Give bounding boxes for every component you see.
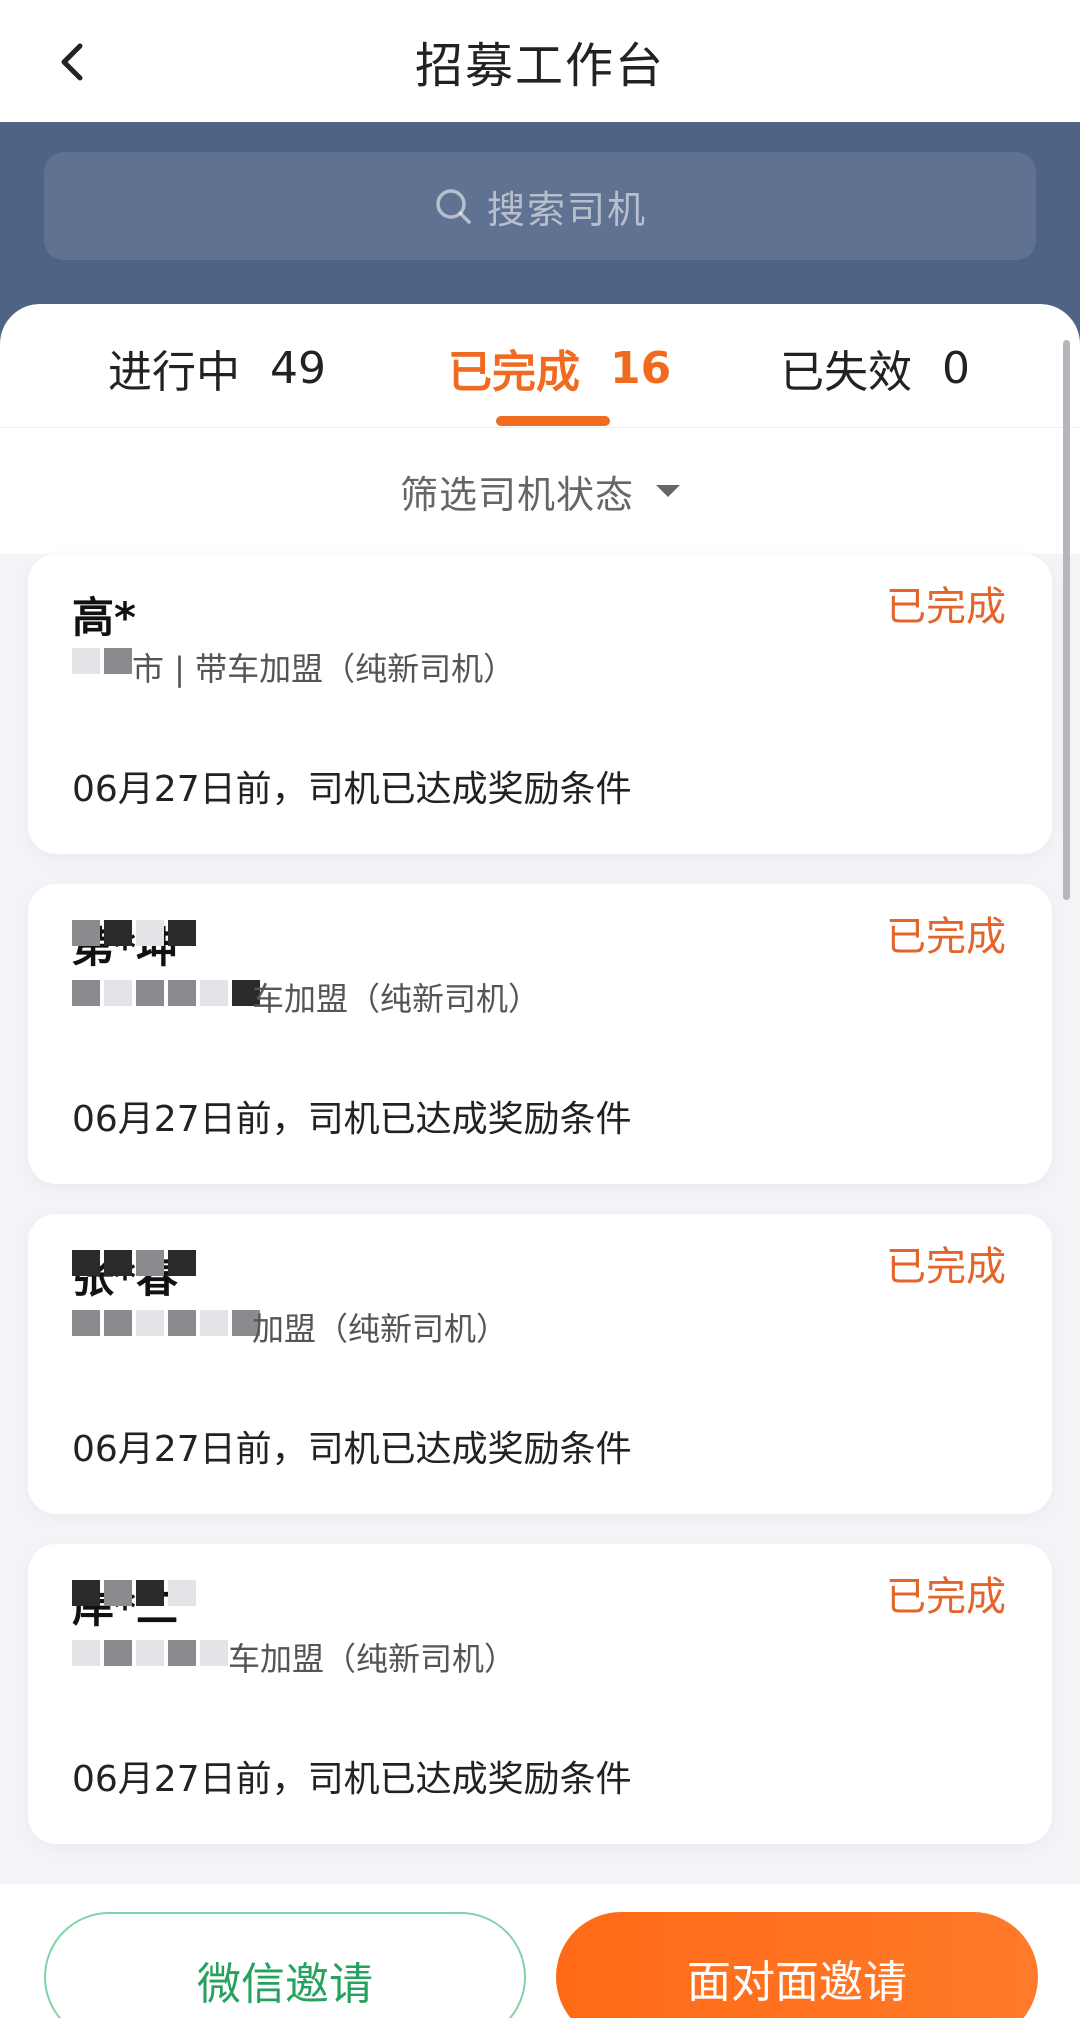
search-icon: [436, 189, 471, 224]
redacted-mosaic: [72, 1580, 196, 1606]
driver-card[interactable]: 张*春 已完成 加盟（纯新司机） 06月27日前，司机已达成奖励条件: [28, 1214, 1052, 1514]
back-button[interactable]: [44, 32, 104, 92]
redacted-mosaic: [72, 1250, 196, 1276]
reward-note: 06月27日前，司机已达成奖励条件: [72, 1759, 632, 1800]
tab-count: 16: [610, 342, 672, 394]
reward-note: 06月27日前，司机已达成奖励条件: [72, 769, 632, 810]
tab-label: 已失效: [780, 347, 912, 398]
filter-label: 筛选司机状态: [399, 472, 634, 517]
driver-name: 高*: [72, 593, 136, 642]
face-to-face-invite-button[interactable]: 面对面邀请: [556, 1912, 1038, 2018]
tab-count: 0: [942, 342, 970, 394]
redacted-mosaic: [72, 648, 132, 674]
status-badge: 已完成: [886, 1574, 1006, 1620]
scrollbar[interactable]: [1063, 340, 1070, 900]
status-badge: 已完成: [886, 584, 1006, 630]
wechat-invite-button[interactable]: 微信邀请: [44, 1912, 526, 2018]
driver-status-filter[interactable]: 筛选司机状态: [0, 428, 1080, 554]
search-input[interactable]: 搜索司机: [44, 152, 1036, 260]
redacted-mosaic: [72, 1640, 228, 1666]
page-title: 招募工作台: [414, 38, 665, 94]
status-tabs: 进行中 49 已完成 16 已失效 0: [0, 304, 1080, 428]
driver-subtitle: 加盟（纯新司机）: [252, 1310, 509, 1348]
driver-subtitle: 车加盟（纯新司机）: [252, 980, 541, 1018]
driver-subtitle: 市 | 带车加盟（纯新司机）: [132, 650, 516, 688]
driver-card[interactable]: 高* 已完成 市 | 带车加盟（纯新司机） 06月27日前，司机已达成奖励条件: [28, 554, 1052, 854]
reward-note: 06月27日前，司机已达成奖励条件: [72, 1099, 632, 1140]
tab-count: 49: [270, 342, 326, 394]
tab-expired[interactable]: 已失效 0: [780, 340, 970, 399]
reward-note: 06月27日前，司机已达成奖励条件: [72, 1429, 632, 1470]
tab-in-progress[interactable]: 进行中 49: [108, 340, 326, 399]
tab-completed[interactable]: 已完成 16: [448, 340, 672, 399]
search-placeholder: 搜索司机: [486, 187, 647, 232]
driver-card[interactable]: 岸*二 已完成 车加盟（纯新司机） 06月27日前，司机已达成奖励条件: [28, 1544, 1052, 1844]
tab-label: 已完成: [448, 347, 580, 398]
driver-subtitle: 车加盟（纯新司机）: [228, 1640, 517, 1678]
chevron-left-icon: [61, 43, 83, 81]
redacted-mosaic: [72, 920, 196, 946]
redacted-mosaic: [72, 980, 260, 1006]
tab-label: 进行中: [108, 347, 240, 398]
caret-down-icon: [656, 485, 680, 497]
active-tab-indicator: [496, 416, 610, 426]
status-panel: 进行中 49 已完成 16 已失效 0 筛选司机状态: [0, 304, 1080, 554]
redacted-mosaic: [72, 1310, 260, 1336]
driver-card[interactable]: 苐*坤 已完成 车加盟（纯新司机） 06月27日前，司机已达成奖励条件: [28, 884, 1052, 1184]
status-badge: 已完成: [886, 1244, 1006, 1290]
bottom-action-bar: 微信邀请 面对面邀请: [0, 1884, 1080, 2018]
top-nav-bar: 招募工作台: [0, 0, 1080, 122]
recruit-workbench-page: 招募工作台 搜索司机 进行中 49 已完成 16 已失效 0 筛选司机状态 高*…: [0, 0, 1080, 2018]
status-badge: 已完成: [886, 914, 1006, 960]
